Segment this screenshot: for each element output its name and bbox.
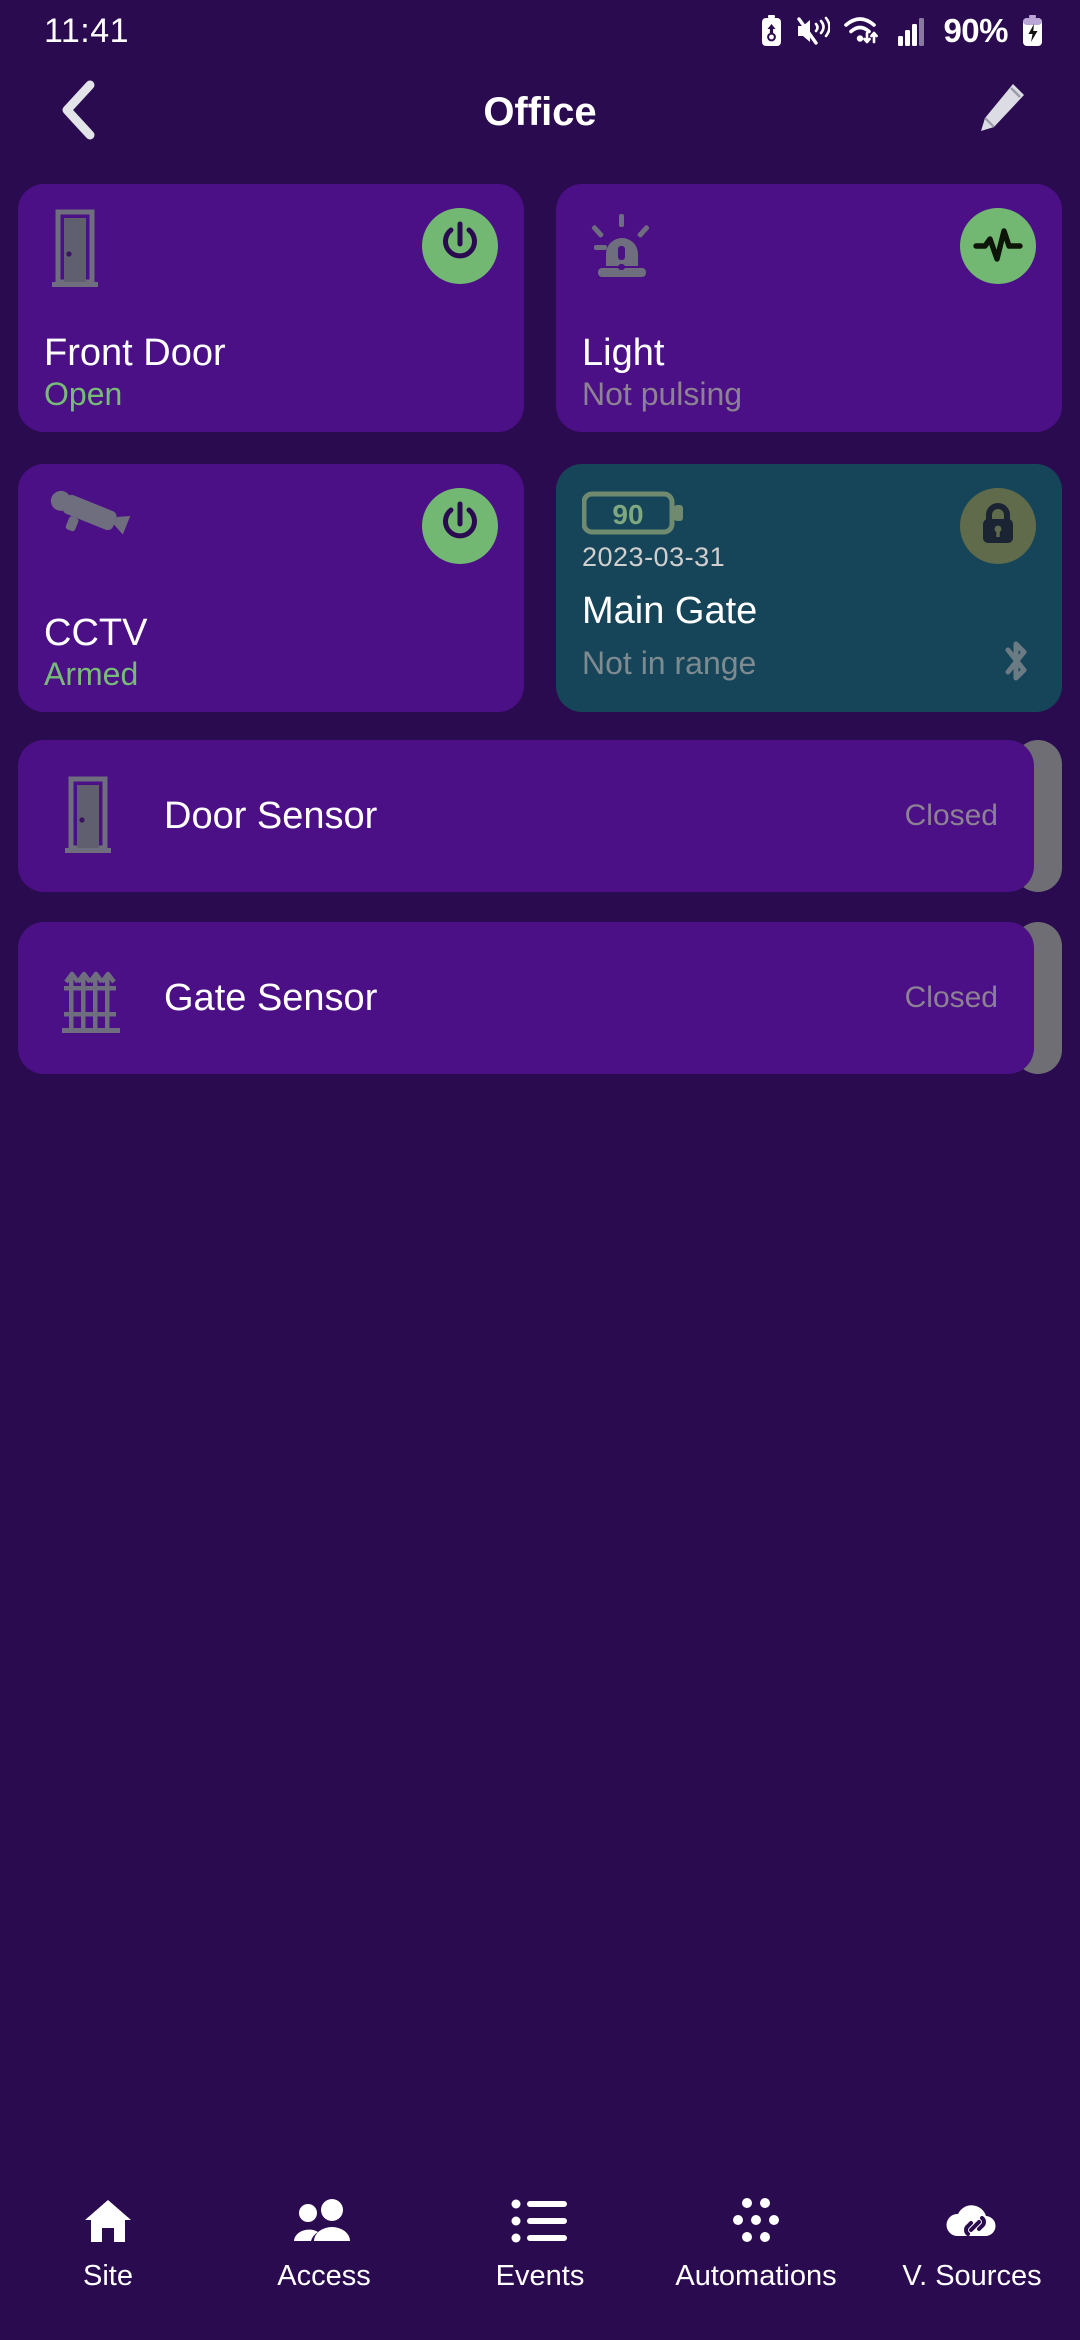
charging-battery-icon (1021, 15, 1044, 47)
card-top-row (44, 208, 498, 300)
gate-icon (58, 960, 146, 1036)
lock-toggle-button[interactable] (960, 488, 1036, 564)
bluetooth-icon (996, 635, 1036, 692)
app-header: Office (0, 62, 1080, 162)
device-card-grid: Front Door Open Light Not pulsing CCTV A… (0, 162, 1080, 712)
pulse-icon (972, 218, 1024, 275)
lock-icon (976, 500, 1020, 553)
home-icon (81, 2194, 135, 2248)
card-status: Armed (44, 655, 139, 692)
card-title: CCTV (44, 612, 148, 655)
card-title: Front Door (44, 332, 226, 375)
back-button[interactable] (44, 77, 114, 147)
nav-label: Site (83, 2260, 133, 2292)
card-icon-area (44, 208, 106, 295)
list-item-label: Door Sensor (164, 794, 378, 837)
list-item-status: Closed (904, 981, 998, 1014)
wifi-icon (843, 15, 885, 47)
card-status: Open (44, 375, 123, 412)
battery-saver-icon (760, 15, 783, 47)
status-icons: 90% (760, 12, 1044, 50)
power-icon (435, 499, 485, 554)
door-icon (44, 208, 106, 295)
page-title: Office (483, 89, 597, 134)
sensor-row-list: Door Sensor Closed Gate Sensor Closed (0, 712, 1080, 1074)
cctv-camera-icon (44, 488, 131, 555)
nav-item-site[interactable]: Site (0, 2194, 216, 2293)
card-status-row: Not in range (582, 635, 1036, 692)
device-card-front-door[interactable]: Front Door Open (18, 184, 524, 432)
power-icon (435, 219, 485, 274)
siren-icon (582, 208, 658, 289)
status-bar: 11:41 90% (0, 0, 1080, 62)
card-icon-area: 90 2023-03-31 (582, 488, 725, 573)
nav-item-events[interactable]: Events (432, 2194, 648, 2293)
edit-button[interactable] (966, 77, 1036, 147)
device-card-cctv[interactable]: CCTV Armed (18, 464, 524, 712)
card-text-area: CCTV Armed (44, 612, 498, 692)
list-item-door-sensor[interactable]: Door Sensor Closed (18, 740, 1034, 892)
list-item-gate-sensor[interactable]: Gate Sensor Closed (18, 922, 1034, 1074)
battery-percent-label: 90% (943, 12, 1008, 49)
card-title: Main Gate (582, 590, 758, 633)
nodes-icon (727, 2194, 785, 2248)
card-text-area: Light Not pulsing (582, 332, 1036, 412)
card-status: Not in range (582, 644, 757, 681)
list-item-status: Closed (904, 799, 998, 832)
battery-date-label: 2023-03-31 (582, 542, 726, 572)
card-status: Not pulsing (582, 375, 743, 412)
nav-label: Automations (675, 2260, 837, 2292)
nav-label: Access (277, 2260, 371, 2292)
card-text-area: Main Gate Not in range (582, 590, 1036, 692)
door-icon (58, 776, 146, 856)
nav-item-v-sources[interactable]: V. Sources (864, 2194, 1080, 2293)
svg-text:90: 90 (612, 499, 643, 530)
pulse-toggle-button[interactable] (960, 208, 1036, 284)
card-title: Light (582, 332, 665, 375)
status-time: 11:41 (44, 11, 130, 50)
cellular-signal-icon (898, 15, 928, 47)
list-icon (511, 2194, 569, 2248)
power-toggle-button[interactable] (422, 208, 498, 284)
card-icon-area (44, 488, 131, 555)
nav-label: Events (495, 2260, 585, 2292)
nav-item-access[interactable]: Access (216, 2194, 432, 2293)
cloud-link-icon (941, 2194, 1003, 2248)
device-card-light[interactable]: Light Not pulsing (556, 184, 1062, 432)
nav-label: V. Sources (902, 2260, 1042, 2292)
mute-vibrate-icon (796, 15, 831, 47)
card-icon-area (582, 208, 658, 289)
card-top-row (44, 488, 498, 580)
card-top-row (582, 208, 1036, 300)
edit-pencil-icon (975, 82, 1027, 143)
device-card-main-gate[interactable]: 90 2023-03-31 Main Gate Not in range (556, 464, 1062, 712)
sensor-row-wrapper: Gate Sensor Closed (18, 922, 1062, 1074)
card-status-row: Open (44, 375, 498, 412)
battery-level-icon: 90 (582, 488, 686, 538)
card-top-row: 90 2023-03-31 (582, 488, 1036, 580)
sensor-row-wrapper: Door Sensor Closed (18, 740, 1062, 892)
nav-item-automations[interactable]: Automations (648, 2194, 864, 2293)
card-status-row: Not pulsing (582, 375, 1036, 412)
bottom-navigation-bar: Site Access Events Automations V. Source… (0, 2168, 1080, 2340)
power-toggle-button[interactable] (422, 488, 498, 564)
back-chevron-icon (57, 79, 101, 146)
card-status-row: Armed (44, 655, 498, 692)
card-text-area: Front Door Open (44, 332, 498, 412)
people-icon (293, 2194, 355, 2248)
list-item-label: Gate Sensor (164, 976, 378, 1019)
